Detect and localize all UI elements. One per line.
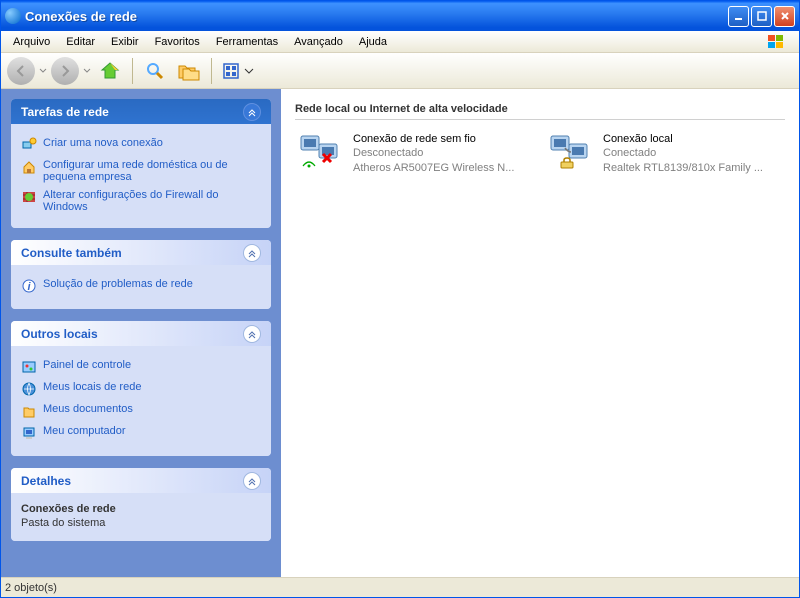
- connection-info: Conexão de rede sem fio Desconectado Ath…: [353, 132, 523, 175]
- connection-name: Conexão local: [603, 132, 773, 146]
- windows-logo-icon: [757, 32, 795, 52]
- wireless-connection-icon: [297, 132, 345, 172]
- menu-avancado[interactable]: Avançado: [286, 33, 351, 51]
- connection-device: Atheros AR5007EG Wireless N...: [353, 161, 523, 175]
- menu-favoritos[interactable]: Favoritos: [147, 33, 208, 51]
- up-button[interactable]: [95, 56, 125, 86]
- chevron-up-icon: [243, 472, 261, 490]
- content-area: Tarefas de rede Criar uma nova conexão C…: [1, 89, 799, 577]
- window-title: Conexões de rede: [25, 9, 728, 24]
- connection-info: Conexão local Conectado Realtek RTL8139/…: [603, 132, 773, 175]
- status-text: 2 objeto(s): [5, 582, 57, 594]
- forward-button[interactable]: [51, 57, 79, 85]
- control-panel-icon: [21, 359, 37, 375]
- documents-icon: [21, 403, 37, 419]
- connection-wireless[interactable]: Conexão de rede sem fio Desconectado Ath…: [295, 130, 525, 177]
- task-firewall[interactable]: Alterar configurações do Firewall do Win…: [21, 186, 261, 216]
- connection-name: Conexão de rede sem fio: [353, 132, 523, 146]
- search-button[interactable]: [140, 56, 170, 86]
- chevron-up-icon: [243, 244, 261, 262]
- panel-other-places: Outros locais Painel de controle Meus lo…: [11, 321, 271, 456]
- task-troubleshoot[interactable]: i Solução de problemas de rede: [21, 275, 261, 297]
- task-new-connection[interactable]: Criar uma nova conexão: [21, 134, 261, 156]
- task-label: Solução de problemas de rede: [43, 278, 193, 290]
- link-control-panel[interactable]: Painel de controle: [21, 356, 261, 378]
- connection-status: Conectado: [603, 146, 773, 160]
- task-label: Configurar uma rede doméstica ou de pequ…: [43, 159, 261, 183]
- firewall-icon: [21, 189, 37, 205]
- window: Conexões de rede Arquivo Editar Exibir F…: [0, 0, 800, 598]
- panel-header-details[interactable]: Detalhes: [11, 468, 271, 493]
- connection-local[interactable]: Conexão local Conectado Realtek RTL8139/…: [545, 130, 775, 177]
- dropdown-icon[interactable]: [39, 57, 47, 85]
- link-label: Painel de controle: [43, 359, 131, 371]
- chevron-up-icon: [243, 325, 261, 343]
- close-button[interactable]: [774, 6, 795, 27]
- detail-type: Pasta do sistema: [21, 517, 261, 529]
- menubar: Arquivo Editar Exibir Favoritos Ferramen…: [1, 31, 799, 53]
- menu-exibir[interactable]: Exibir: [103, 33, 147, 51]
- app-icon: [5, 8, 21, 24]
- link-my-computer[interactable]: Meu computador: [21, 422, 261, 444]
- panel-body: Conexões de rede Pasta do sistema: [11, 493, 271, 541]
- link-my-documents[interactable]: Meus documentos: [21, 400, 261, 422]
- task-label: Criar uma nova conexão: [43, 137, 163, 149]
- new-connection-icon: [21, 137, 37, 153]
- menu-editar[interactable]: Editar: [58, 33, 103, 51]
- panel-title: Tarefas de rede: [21, 105, 109, 119]
- link-label: Meus locais de rede: [43, 381, 141, 393]
- panel-header-tasks[interactable]: Tarefas de rede: [11, 99, 271, 124]
- views-button[interactable]: [219, 56, 259, 86]
- menu-ferramentas[interactable]: Ferramentas: [208, 33, 286, 51]
- sidebar: Tarefas de rede Criar uma nova conexão C…: [1, 89, 281, 577]
- toolbar: [1, 53, 799, 89]
- dropdown-icon[interactable]: [83, 57, 91, 85]
- statusbar: 2 objeto(s): [1, 577, 799, 597]
- connections-grid: Conexão de rede sem fio Desconectado Ath…: [295, 130, 785, 177]
- separator: [211, 58, 212, 84]
- panel-body: Painel de controle Meus locais de rede M…: [11, 346, 271, 456]
- panel-title: Detalhes: [21, 474, 71, 488]
- task-setup-network[interactable]: Configurar uma rede doméstica ou de pequ…: [21, 156, 261, 186]
- separator: [132, 58, 133, 84]
- link-label: Meus documentos: [43, 403, 133, 415]
- back-button[interactable]: [7, 57, 35, 85]
- panel-body: Criar uma nova conexão Configurar uma re…: [11, 124, 271, 228]
- panel-body: i Solução de problemas de rede: [11, 265, 271, 309]
- menu-arquivo[interactable]: Arquivo: [5, 33, 58, 51]
- home-network-icon: [21, 159, 37, 175]
- main-pane: Rede local ou Internet de alta velocidad…: [281, 89, 799, 577]
- network-places-icon: [21, 381, 37, 397]
- section-header: Rede local ou Internet de alta velocidad…: [295, 99, 785, 120]
- panel-header-other-places[interactable]: Outros locais: [11, 321, 271, 346]
- panel-title: Outros locais: [21, 327, 98, 341]
- connection-status: Desconectado: [353, 146, 523, 160]
- panel-header-see-also[interactable]: Consulte também: [11, 240, 271, 265]
- link-label: Meu computador: [43, 425, 126, 437]
- panel-network-tasks: Tarefas de rede Criar uma nova conexão C…: [11, 99, 271, 228]
- panel-details: Detalhes Conexões de rede Pasta do siste…: [11, 468, 271, 541]
- titlebar: Conexões de rede: [1, 1, 799, 31]
- folders-button[interactable]: [174, 56, 204, 86]
- info-icon: i: [21, 278, 37, 294]
- menu-ajuda[interactable]: Ajuda: [351, 33, 395, 51]
- lan-connection-icon: [547, 132, 595, 172]
- connection-device: Realtek RTL8139/810x Family ...: [603, 161, 773, 175]
- window-controls: [728, 6, 795, 27]
- task-label: Alterar configurações do Firewall do Win…: [43, 189, 261, 213]
- maximize-button[interactable]: [751, 6, 772, 27]
- computer-icon: [21, 425, 37, 441]
- panel-title: Consulte também: [21, 246, 122, 260]
- chevron-up-icon: [243, 103, 261, 121]
- link-network-places[interactable]: Meus locais de rede: [21, 378, 261, 400]
- detail-name: Conexões de rede: [21, 503, 261, 515]
- panel-see-also: Consulte também i Solução de problemas d…: [11, 240, 271, 309]
- minimize-button[interactable]: [728, 6, 749, 27]
